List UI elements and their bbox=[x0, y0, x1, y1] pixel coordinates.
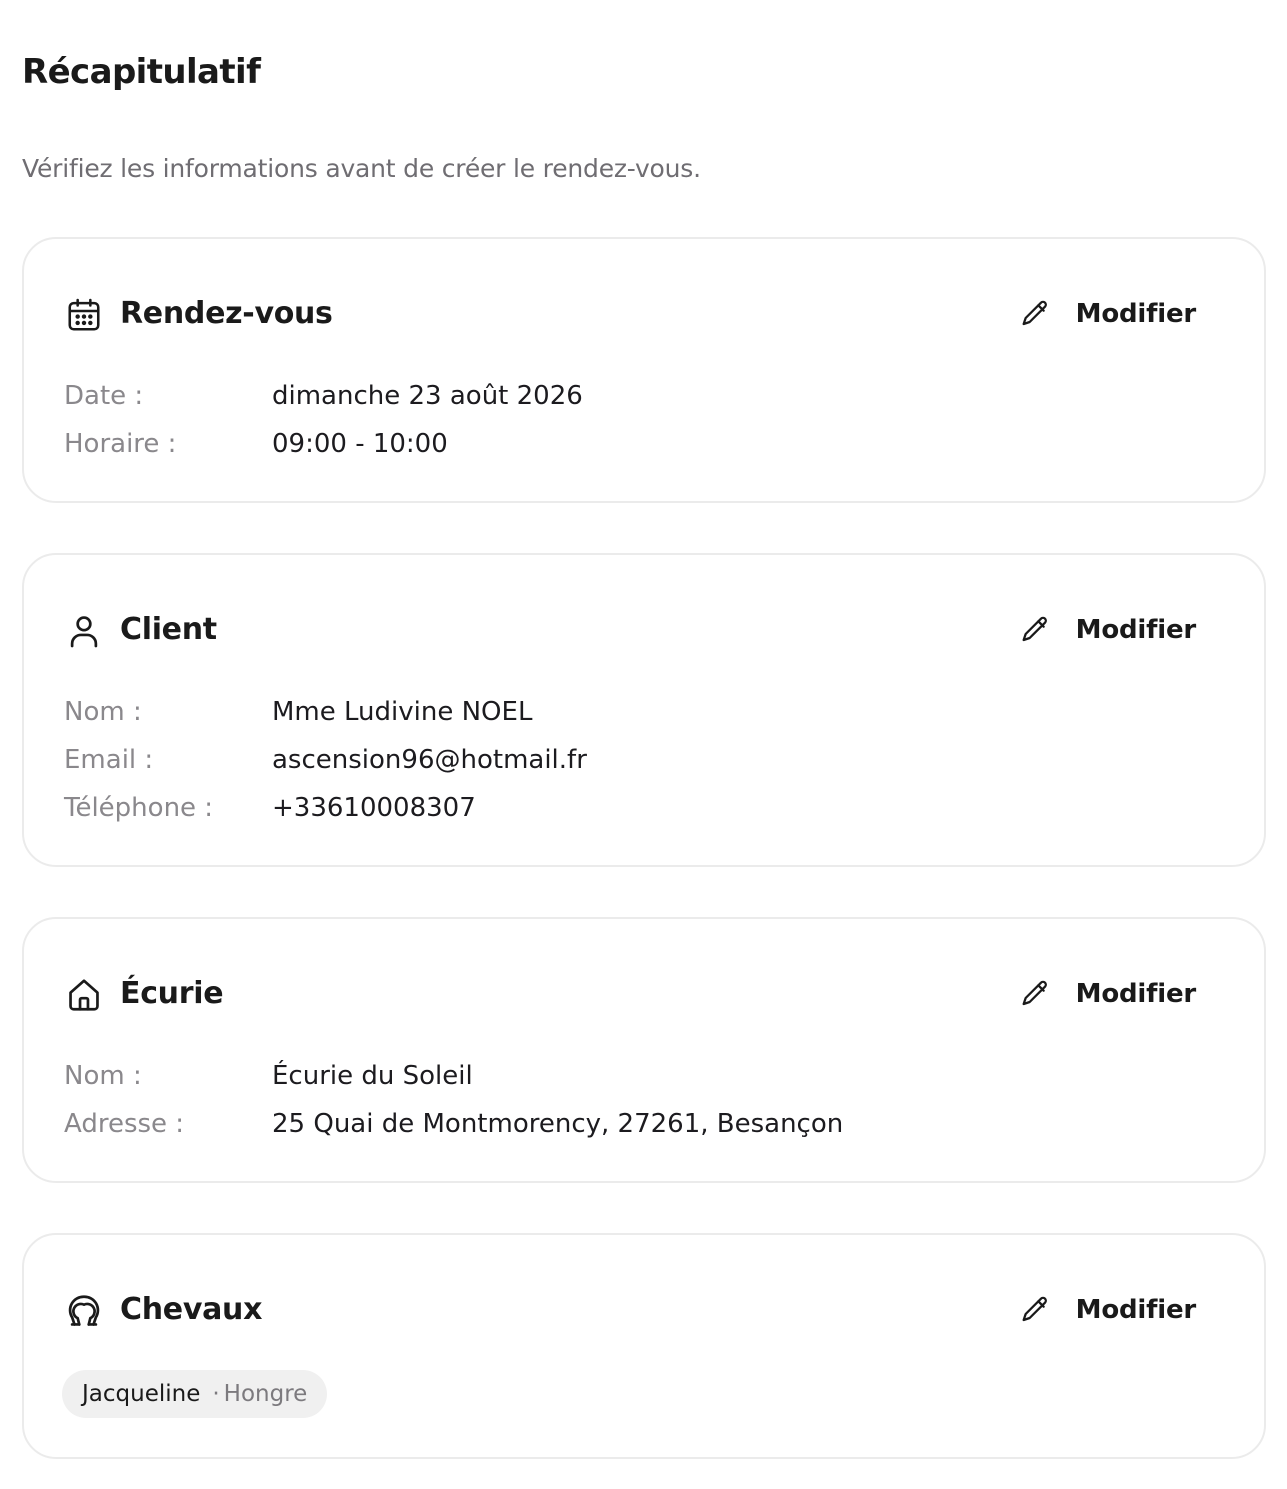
client-card: Client Modifier Nom : Mme Ludivine NOEL … bbox=[22, 553, 1266, 867]
field-value: Écurie du Soleil bbox=[272, 1061, 473, 1091]
field-label: Date : bbox=[64, 381, 144, 411]
horseshoe-icon bbox=[64, 1291, 104, 1331]
edit-horses-label: Modifier bbox=[1075, 1295, 1197, 1325]
edit-appointment-label: Modifier bbox=[1075, 299, 1197, 329]
stable-card: Écurie Modifier Nom : Écurie du Soleil A… bbox=[22, 917, 1266, 1183]
edit-horses-button[interactable]: Modifier bbox=[1018, 1287, 1196, 1333]
stable-card-header: Écurie Modifier bbox=[64, 971, 1224, 1017]
field-label: Nom : bbox=[64, 697, 142, 727]
home-icon bbox=[64, 975, 104, 1015]
user-icon bbox=[64, 611, 104, 651]
horses-card-header: Chevaux Modifier bbox=[64, 1287, 1224, 1333]
horses-card: Chevaux Modifier bbox=[22, 1233, 1266, 1459]
horses-card-title: Chevaux bbox=[120, 1292, 263, 1327]
client-card-header: Client Modifier bbox=[64, 607, 1224, 653]
horse-name: Jacqueline bbox=[82, 1381, 201, 1407]
field-value: 25 Quai de Montmorency, 27261, Besançon bbox=[272, 1109, 844, 1139]
pencil-icon bbox=[1018, 297, 1052, 331]
client-card-title: Client bbox=[120, 612, 217, 647]
field-value: dimanche 23 août 2026 bbox=[272, 381, 583, 411]
edit-stable-label: Modifier bbox=[1075, 979, 1197, 1009]
edit-appointment-button[interactable]: Modifier bbox=[1018, 291, 1196, 337]
appointment-card-title: Rendez-vous bbox=[120, 296, 333, 331]
field-label: Horaire : bbox=[64, 429, 177, 459]
field-label: Nom : bbox=[64, 1061, 142, 1091]
field-label: Adresse : bbox=[64, 1109, 185, 1139]
calendar-icon bbox=[64, 295, 104, 335]
pencil-icon bbox=[1018, 613, 1052, 647]
stable-card-title: Écurie bbox=[120, 976, 224, 1011]
appointment-card: Rendez-vous Modifier Date : dimanche 23 … bbox=[22, 237, 1266, 503]
horse-type: Hongre bbox=[223, 1381, 308, 1407]
field-value: 09:00 - 10:00 bbox=[272, 429, 448, 459]
edit-stable-button[interactable]: Modifier bbox=[1018, 971, 1196, 1017]
edit-client-button[interactable]: Modifier bbox=[1018, 607, 1196, 653]
field-value: Mme Ludivine NOEL bbox=[272, 697, 533, 727]
page-subtitle: Vérifiez les informations avant de créer… bbox=[22, 154, 701, 183]
field-value: ascension96@hotmail.fr bbox=[272, 745, 587, 775]
horse-separator: · bbox=[212, 1381, 220, 1407]
pencil-icon bbox=[1018, 977, 1052, 1011]
field-label: Email : bbox=[64, 745, 154, 775]
pencil-icon bbox=[1018, 1293, 1052, 1327]
field-value: +33610008307 bbox=[272, 793, 476, 823]
appointment-card-header: Rendez-vous Modifier bbox=[64, 291, 1224, 337]
page-title: Récapitulatif bbox=[22, 52, 261, 92]
horse-chip: Jacqueline · Hongre bbox=[62, 1370, 328, 1418]
field-label: Téléphone : bbox=[64, 793, 214, 823]
edit-client-label: Modifier bbox=[1075, 615, 1197, 645]
